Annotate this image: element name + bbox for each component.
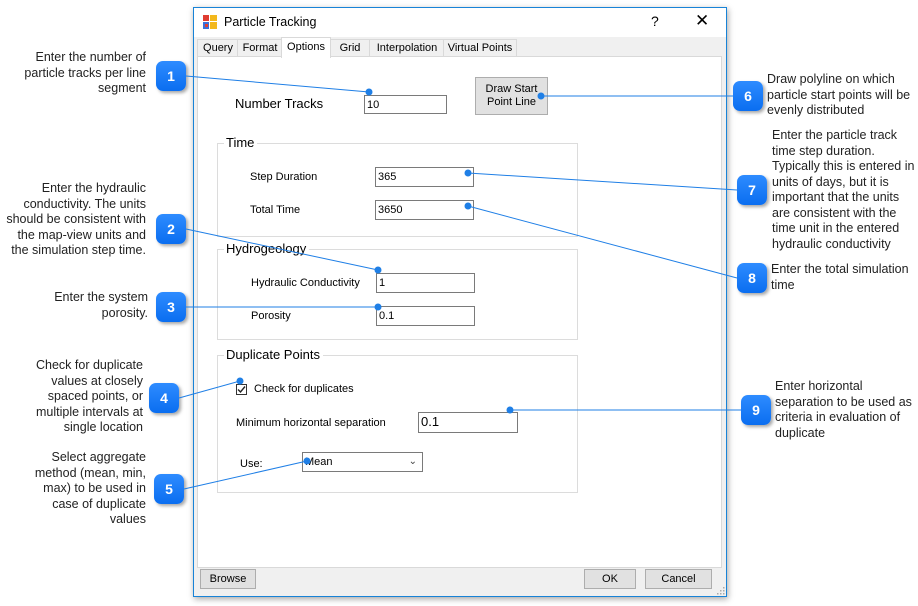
annotation-9-badge: 9 — [741, 395, 771, 425]
annotation-7-badge: 7 — [737, 175, 767, 205]
porosity-label: Porosity — [251, 310, 291, 322]
annotation-8-badge: 8 — [737, 263, 767, 293]
tab-virtual-points[interactable]: Virtual Points — [443, 39, 517, 57]
draw-start-point-line-button[interactable]: Draw Start Point Line — [475, 77, 548, 115]
ok-button[interactable]: OK — [584, 569, 636, 589]
hydraulic-conductivity-input[interactable]: 1 — [376, 273, 475, 293]
tab-interpolation[interactable]: Interpolation — [369, 39, 445, 57]
annotation-1-text: Enter the number of particle tracks per … — [24, 50, 146, 95]
total-time-input[interactable]: 3650 — [375, 200, 474, 220]
annotation-2-badge: 2 — [156, 214, 186, 244]
particle-tracking-dialog: Particle Tracking ? ✕ Query Format Optio… — [193, 7, 727, 597]
annotation-5-badge: 5 — [154, 474, 184, 504]
annotation-6-text: Draw polyline on which particle start po… — [767, 72, 911, 117]
min-horizontal-separation-label: Minimum horizontal separation — [236, 417, 386, 429]
hydrogeology-group: Hydrogeology Hydraulic Conductivity 1 Po… — [217, 241, 578, 340]
options-panel: Number Tracks 10 Draw Start Point Line T… — [197, 56, 722, 568]
checkmark-icon — [237, 386, 246, 394]
min-horizontal-separation-input[interactable]: 0.1 — [418, 412, 518, 433]
annotation-3-text: Enter the system porosity. — [54, 290, 148, 320]
app-icon — [203, 15, 217, 29]
number-tracks-input[interactable]: 10 — [364, 95, 447, 114]
time-group: Time Step Duration 365 Total Time 3650 — [217, 135, 578, 237]
time-group-legend: Time — [224, 135, 258, 150]
help-button[interactable]: ? — [651, 13, 659, 29]
resize-grip-icon[interactable] — [717, 587, 725, 595]
check-duplicates-label[interactable]: Check for duplicates — [254, 383, 354, 395]
tab-query[interactable]: Query — [197, 39, 239, 57]
total-time-label: Total Time — [250, 204, 301, 216]
tab-options[interactable]: Options — [281, 37, 331, 58]
annotation-7-text: Enter the particle track time step durat… — [772, 128, 915, 251]
annotation-2-text: Enter the hydraulic conductivity. The un… — [6, 181, 146, 257]
check-duplicates-checkbox[interactable] — [236, 384, 247, 395]
cancel-button[interactable]: Cancel — [645, 569, 712, 589]
annotation-4-badge: 4 — [149, 383, 179, 413]
annotation-4-text: Check for duplicate values at closely sp… — [35, 358, 143, 434]
annotation-9-text: Enter horizontal separation to be used a… — [775, 379, 912, 440]
number-tracks-label: Number Tracks — [235, 96, 324, 111]
hydraulic-conductivity-label: Hydraulic Conductivity — [251, 277, 360, 289]
use-label: Use: — [240, 458, 263, 470]
title-bar[interactable]: Particle Tracking ? ✕ — [194, 8, 726, 37]
browse-button[interactable]: Browse — [200, 569, 256, 589]
hydrogeology-group-legend: Hydrogeology — [224, 241, 310, 256]
aggregate-method-value: Mean — [305, 456, 333, 468]
duplicate-points-group: Duplicate Points Check for duplicates Mi… — [217, 347, 578, 493]
duplicate-points-group-legend: Duplicate Points — [224, 347, 323, 362]
close-button[interactable]: ✕ — [695, 11, 709, 31]
annotation-1-badge: 1 — [156, 61, 186, 91]
tab-format[interactable]: Format — [237, 39, 283, 57]
annotation-8-text: Enter the total simulation time — [771, 262, 909, 292]
step-duration-input[interactable]: 365 — [375, 167, 474, 187]
annotation-6-badge: 6 — [733, 81, 763, 111]
aggregate-method-select[interactable]: Mean ⌄ — [302, 452, 423, 472]
annotation-3-badge: 3 — [156, 292, 186, 322]
chevron-down-icon: ⌄ — [408, 456, 417, 467]
tab-grid[interactable]: Grid — [329, 39, 371, 57]
porosity-input[interactable]: 0.1 — [376, 306, 475, 326]
step-duration-label: Step Duration — [250, 171, 318, 183]
window-title: Particle Tracking — [224, 15, 317, 29]
annotation-5-text: Select aggregate method (mean, min, max)… — [34, 450, 146, 526]
